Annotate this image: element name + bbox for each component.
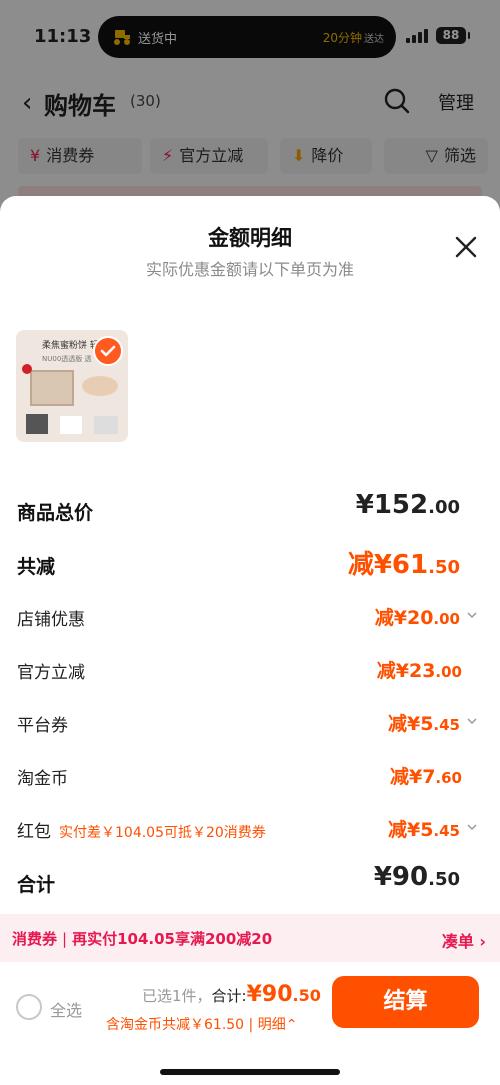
chevron-down-icon <box>467 718 477 725</box>
selected-check-icon[interactable] <box>93 336 123 366</box>
detail-row-store-discount[interactable]: 店铺优惠 减¥20.00 <box>0 601 500 633</box>
detail-row-red-packet[interactable]: 红包 实付差￥104.05可抵￥20消费券 减¥5.45 <box>0 813 500 845</box>
coupon-promo-bar[interactable]: 消费券 | 再实付104.05享满200减20 凑单 › <box>0 914 500 962</box>
detail-row-total-discount: 共减 减¥61.50 <box>0 548 500 580</box>
total-discount-value: 减¥61.50 <box>347 550 460 580</box>
grand-total-value: ¥90.50 <box>373 862 460 892</box>
add-items-link[interactable]: 凑单 › <box>442 928 486 952</box>
close-icon[interactable] <box>453 234 479 260</box>
subtotal-value: ¥152.00 <box>355 490 460 520</box>
detail-row-grand-total: 合计 ¥90.50 <box>17 862 460 896</box>
sheet-subtitle: 实际优惠金额请以下单页为准 <box>145 260 354 279</box>
detail-row-platform-coupon[interactable]: 平台券 减¥5.45 <box>0 707 500 739</box>
sheet-title: 金额明细 <box>208 226 292 250</box>
chevron-up-icon: ⌃ <box>285 1017 298 1033</box>
home-indicator[interactable] <box>160 1069 340 1075</box>
chevron-down-icon <box>467 612 477 619</box>
checkout-bar: 全选 已选1件，合计:¥90.50 含淘金币共减￥61.50 | 明细⌃ 结算 <box>0 962 500 1085</box>
footer-total: ¥90 <box>246 982 293 1007</box>
select-all-label[interactable]: 全选 <box>50 997 82 1021</box>
discount-detail-toggle[interactable]: 含淘金币共减￥61.50 | 明细⌃ <box>106 1014 297 1034</box>
chevron-down-icon <box>467 824 477 831</box>
detail-row-official-discount: 官方立减 减¥23.00 <box>17 660 462 683</box>
powder-swatch-image <box>82 376 118 396</box>
detail-row-taobao-coins: 淘金币 减¥7.60 <box>17 766 462 789</box>
price-detail-sheet: 金额明细 实际优惠金额请以下单页为准 柔焦蜜粉饼 轻透 NU00透透版 透 商品… <box>0 196 500 1085</box>
select-all-radio[interactable] <box>16 994 42 1020</box>
red-packet-note: 实付差￥104.05可抵￥20消费券 <box>59 825 266 841</box>
brand-badge-icon <box>22 364 32 374</box>
checkout-button[interactable]: 结算 <box>332 976 479 1028</box>
promo-tag: 消费券 <box>12 930 58 948</box>
compact-powder-image <box>30 370 74 406</box>
selected-summary: 已选1件，合计:¥90.50 <box>142 982 321 1007</box>
promo-text: 再实付104.05享满200减20 <box>72 930 273 948</box>
detail-row-subtotal: 商品总价 ¥152.00 <box>17 490 460 524</box>
